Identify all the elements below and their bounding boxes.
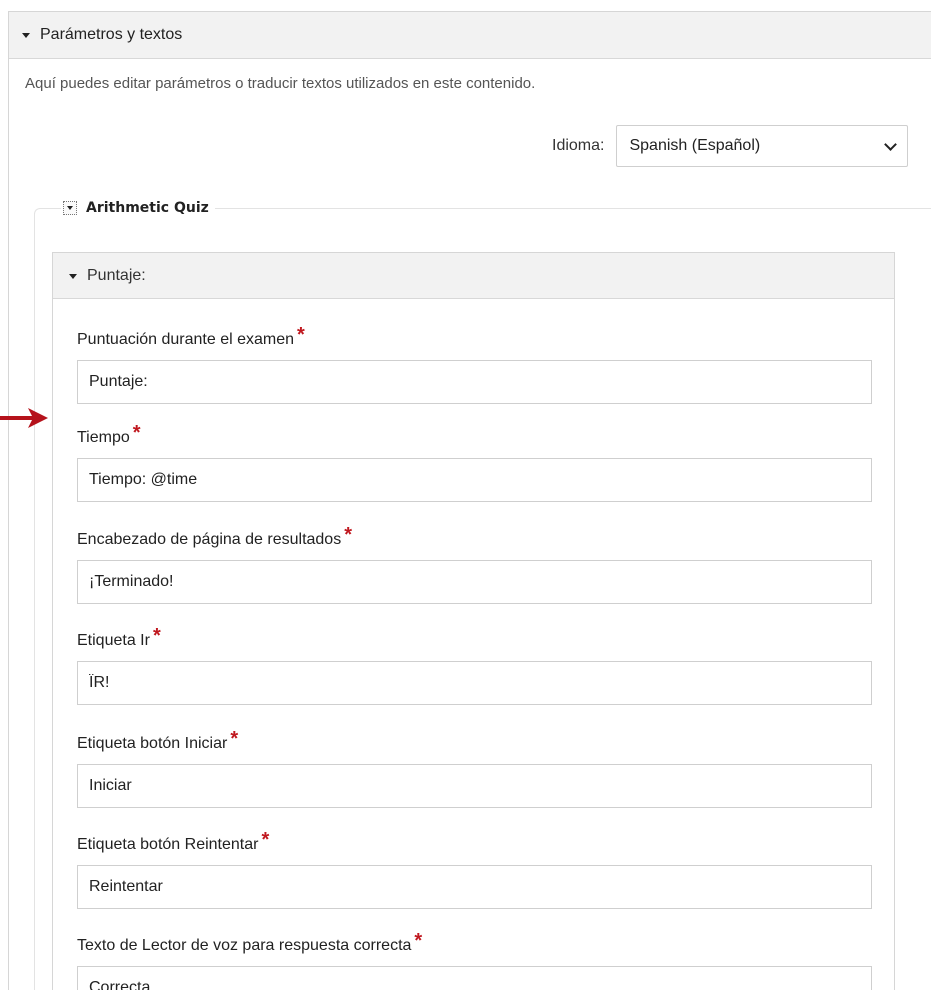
start-button-label-input[interactable] <box>77 764 872 808</box>
field-time: Tiempo * <box>77 422 872 502</box>
required-marker: * <box>152 625 161 647</box>
group-title: Arithmetic Quiz <box>86 200 209 216</box>
puntaje-panel-header[interactable]: Puntaje: <box>53 253 894 299</box>
field-go-label: Etiqueta Ir * <box>77 625 872 705</box>
field-start-button-label: Etiqueta botón Iniciar * <box>77 728 872 808</box>
red-arrow-icon <box>0 408 48 428</box>
caret-down-icon <box>69 273 77 279</box>
language-selected-value: Spanish (Español) <box>629 137 761 154</box>
field-label: Etiqueta botón Iniciar <box>77 735 228 752</box>
required-marker: * <box>297 324 305 346</box>
field-score-during-exam: Puntuación durante el examen * <box>77 324 872 404</box>
time-input[interactable] <box>77 458 872 502</box>
parameters-description: Aquí puedes editar parámetros o traducir… <box>25 75 536 92</box>
retry-button-label-input[interactable] <box>77 865 872 909</box>
page: Parámetros y textos Aquí puedes editar p… <box>0 0 931 990</box>
chevron-down-icon <box>884 138 898 151</box>
field-results-header: Encabezado de página de resultados * <box>77 524 872 604</box>
field-label: Etiqueta Ir <box>77 632 150 649</box>
score-during-exam-input[interactable] <box>77 360 872 404</box>
required-marker: * <box>230 728 239 750</box>
arithmetic-quiz-legend: Arithmetic Quiz <box>61 195 215 221</box>
parameters-panel-title: Parámetros y textos <box>40 26 183 43</box>
caret-down-icon <box>22 33 30 38</box>
parameters-panel-header[interactable]: Parámetros y textos <box>9 12 931 59</box>
field-retry-button-label: Etiqueta botón Reintentar * <box>77 829 872 909</box>
required-marker: * <box>344 524 352 546</box>
required-marker: * <box>132 422 141 444</box>
required-marker: * <box>414 930 423 952</box>
language-label: Idioma: <box>552 137 605 154</box>
language-row: Idioma: Spanish (Español) <box>552 125 909 167</box>
field-screen-reader-correct: Texto de Lector de voz para respuesta co… <box>77 930 872 990</box>
puntaje-panel: Puntaje: Puntuación durante el examen* T… <box>52 252 895 990</box>
puntaje-panel-title: Puntaje: <box>87 266 146 284</box>
field-label: Etiqueta botón Reintentar <box>77 836 259 853</box>
results-header-input[interactable] <box>77 560 872 604</box>
screen-reader-correct-input[interactable] <box>77 966 872 990</box>
required-marker: * <box>261 829 270 851</box>
collapse-toggle-icon[interactable] <box>63 201 77 215</box>
go-label-input[interactable] <box>77 661 872 705</box>
field-label: Encabezado de página de resultados <box>77 531 342 548</box>
field-label: Tiempo <box>77 429 130 446</box>
field-label: Texto de Lector de voz para respuesta co… <box>77 937 412 954</box>
field-label: Puntuación durante el examen <box>77 331 295 348</box>
language-select[interactable]: Spanish (Español) <box>616 125 909 167</box>
